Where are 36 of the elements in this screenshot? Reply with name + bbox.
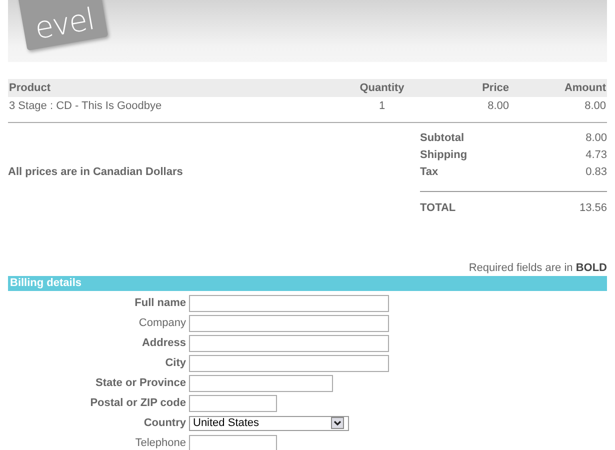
input-field[interactable] [189,434,277,450]
table-cell: 8.00 [510,97,607,115]
country-dropdown[interactable]: United States [189,416,349,430]
total-label: Shipping [420,149,468,163]
input-field[interactable] [189,294,389,312]
total-value: 0.83 [586,166,607,180]
field-label: Full name [134,297,187,309]
currency-note: All prices are in Canadian Dollars [8,166,183,178]
field-label: City [164,357,187,369]
input-field[interactable] [189,374,333,392]
required-note: Required fields are in BOLD [468,262,607,274]
field-label: State or Province [94,377,187,389]
section-header: Billing details [8,276,607,291]
grand-total-label: TOTAL [420,202,456,216]
total-value: 4.73 [586,149,607,163]
input-field[interactable] [189,354,389,372]
field-label: Company [138,317,187,329]
input-field[interactable] [189,394,277,412]
field-label: Address [140,337,187,349]
grand-total-value: 13.56 [579,202,607,216]
column-header: Quantity [351,79,413,97]
input-field[interactable] [189,314,389,332]
table-cell: 3 Stage : CD - This Is Goodbye [8,97,351,115]
table-cell: 8.00 [413,97,510,115]
field-label: Telephone [134,437,187,449]
column-header: Price [413,79,510,97]
total-label: Subtotal [420,132,464,146]
total-value: 8.00 [586,132,607,146]
total-label: Tax [420,166,438,180]
field-label: Country [142,417,187,429]
input-field[interactable] [189,334,389,352]
logo-text: evel [32,4,96,45]
table-cell: 1 [351,97,413,115]
column-header: Product [8,79,351,97]
field-label: Postal or ZIP code [89,397,187,409]
column-header: Amount [510,79,607,97]
